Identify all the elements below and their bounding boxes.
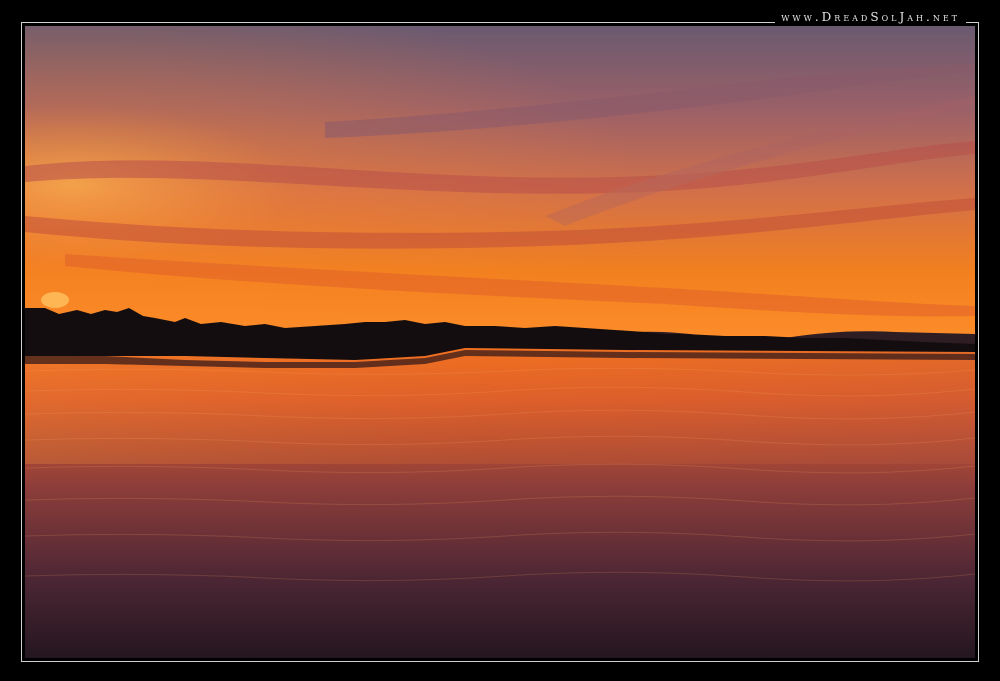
sunset-image (25, 26, 975, 658)
black-frame: www.DreadSolJah.net (0, 0, 1000, 681)
sun-glow (41, 292, 69, 308)
site-watermark: www.DreadSolJah.net (775, 9, 966, 25)
sunset-photo (25, 26, 975, 658)
